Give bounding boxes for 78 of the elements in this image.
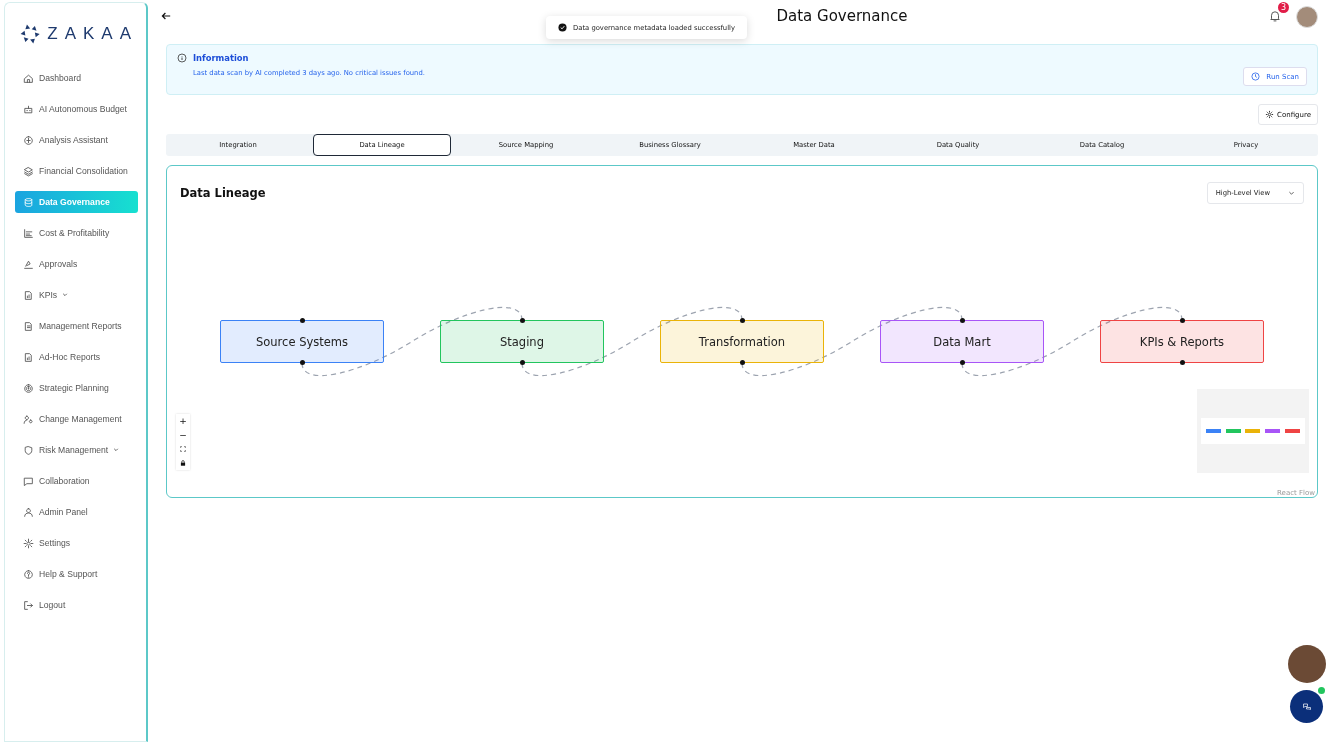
nav-icon [23, 351, 34, 363]
sidebar-item[interactable]: Dashboard [15, 67, 138, 89]
clock-icon [1251, 72, 1261, 81]
sidebar-item[interactable]: Admin Panel [15, 501, 138, 523]
minimap-node [1225, 429, 1241, 433]
info-title: Information [193, 53, 249, 63]
nav-icon [23, 537, 34, 549]
nav-icon [23, 413, 34, 425]
fit-view-icon[interactable] [180, 446, 186, 452]
sidebar-item[interactable]: KPIs [15, 284, 138, 306]
chat-icon [1301, 701, 1312, 712]
info-icon [177, 53, 187, 63]
lock-icon[interactable] [180, 460, 186, 466]
minimap-node [1206, 429, 1222, 433]
minimap-node [1284, 429, 1300, 433]
handle-dot[interactable] [1179, 318, 1185, 323]
chevron-down-icon [1288, 189, 1295, 197]
chevron-down-icon [62, 292, 69, 298]
nav-icon [23, 258, 34, 270]
handle-dot[interactable] [299, 360, 305, 365]
card-title: Data Lineage [180, 186, 266, 200]
nav-icon [23, 196, 34, 208]
brand-name: ZAKAA [47, 24, 138, 44]
bell-icon[interactable] [1268, 8, 1282, 23]
page-title: Data Governance [776, 7, 908, 25]
nav-icon [23, 103, 34, 115]
handle-dot[interactable] [1179, 360, 1185, 365]
check-circle-icon [558, 23, 567, 32]
back-arrow-icon[interactable] [160, 10, 172, 22]
nav-icon [23, 506, 34, 518]
flow-node[interactable]: Data Mart [880, 320, 1044, 363]
sidebar-item[interactable]: Risk Management [15, 439, 138, 461]
flow-node[interactable]: Source Systems [220, 320, 384, 363]
chat-button[interactable] [1290, 690, 1323, 723]
zoom-control-button[interactable]: + [179, 416, 187, 426]
sidebar-item[interactable]: Settings [15, 532, 138, 554]
minimap-node [1265, 429, 1281, 433]
nav-icon [23, 289, 34, 301]
sidebar-item[interactable]: Change Management [15, 408, 138, 430]
nav-icon [23, 72, 34, 84]
sidebar-item[interactable]: AI Autonomous Budget [15, 98, 138, 120]
assistant-avatar[interactable] [1288, 645, 1326, 683]
handle-dot[interactable] [739, 318, 745, 323]
sidebar-item[interactable]: Approvals [15, 253, 138, 275]
flow-node[interactable]: Transformation [660, 320, 824, 363]
minimap-node [1245, 429, 1261, 433]
online-dot [1318, 687, 1325, 694]
nav-icon [23, 382, 34, 394]
sidebar-item[interactable]: Help & Support [15, 563, 138, 585]
nav-icon [23, 227, 34, 239]
nav-icon [23, 475, 34, 487]
sidebar-item[interactable]: Analysis Assistant [15, 129, 138, 151]
handle-dot[interactable] [739, 360, 745, 365]
notification-badge: 3 [1278, 1, 1289, 13]
sidebar-item[interactable]: Strategic Planning [15, 377, 138, 399]
nav-icon [23, 165, 34, 177]
handle-dot[interactable] [959, 360, 965, 365]
nav-icon [23, 134, 34, 146]
sidebar-item[interactable]: Management Reports [15, 315, 138, 337]
sidebar-item[interactable]: Cost & Profitability [15, 222, 138, 244]
chevron-down-icon [113, 447, 120, 453]
zoom-control-button[interactable]: − [179, 430, 187, 440]
settings-icon [1265, 110, 1275, 119]
handle-dot[interactable] [519, 360, 525, 365]
nav-icon [23, 444, 34, 456]
flow-node[interactable]: KPIs & Reports [1100, 320, 1264, 363]
user-avatar[interactable] [1296, 6, 1318, 28]
nav-icon [23, 568, 34, 580]
sidebar-item[interactable]: Ad-Hoc Reports [15, 346, 138, 368]
flow-node[interactable]: Staging [440, 320, 604, 363]
sidebar-item[interactable]: Financial Consolidation [15, 160, 138, 182]
sidebar-item[interactable]: Collaboration [15, 470, 138, 492]
sidebar-item[interactable]: Logout [15, 594, 138, 616]
handle-dot[interactable] [519, 318, 525, 323]
handle-dot[interactable] [959, 318, 965, 323]
handle-dot[interactable] [299, 318, 305, 323]
nav-icon [23, 320, 34, 332]
nav-icon [23, 599, 34, 611]
